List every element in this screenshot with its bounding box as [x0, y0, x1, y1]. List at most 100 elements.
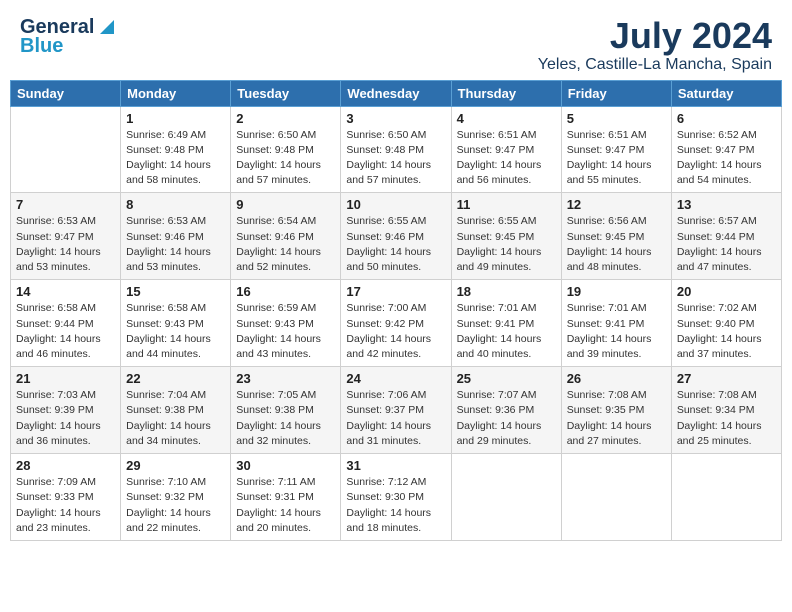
day-number: 9 — [236, 197, 335, 212]
day-number: 30 — [236, 458, 335, 473]
day-number: 4 — [457, 111, 556, 126]
calendar-week-row: 28 Sunrise: 7:09 AMSunset: 9:33 PMDayligh… — [11, 454, 782, 541]
calendar-cell: 31 Sunrise: 7:12 AMSunset: 9:30 PMDayligh… — [341, 454, 451, 541]
day-number: 7 — [16, 197, 115, 212]
calendar-cell: 26Sunrise: 7:08 AMSunset: 9:35 PMDayligh… — [561, 367, 671, 454]
day-info: Sunrise: 7:03 AMSunset: 9:39 PMDaylight:… — [16, 388, 115, 449]
day-info: Sunrise: 6:58 AMSunset: 9:43 PMDaylight:… — [126, 301, 225, 362]
calendar-cell — [451, 454, 561, 541]
calendar-cell: 15 Sunrise: 6:58 AMSunset: 9:43 PMDayligh… — [121, 280, 231, 367]
day-info: Sunrise: 6:55 AMSunset: 9:46 PMDaylight:… — [346, 214, 445, 275]
day-info: Sunrise: 7:11 AMSunset: 9:31 PMDaylight:… — [236, 475, 335, 536]
calendar-cell: 13 Sunrise: 6:57 AMSunset: 9:44 PMDayligh… — [671, 193, 781, 280]
day-number: 27 — [677, 371, 776, 386]
day-number: 11 — [457, 197, 556, 212]
calendar-cell: 24Sunrise: 7:06 AMSunset: 9:37 PMDayligh… — [341, 367, 451, 454]
day-info: Sunrise: 6:52 AMSunset: 9:47 PMDaylight:… — [677, 128, 776, 189]
logo-triangle-icon — [96, 16, 118, 38]
col-header-saturday: Saturday — [671, 80, 781, 106]
calendar-cell: 12 Sunrise: 6:56 AMSunset: 9:45 PMDayligh… — [561, 193, 671, 280]
title-block: July 2024 Yeles, Castille-La Mancha, Spa… — [538, 16, 772, 74]
day-number: 10 — [346, 197, 445, 212]
day-number: 20 — [677, 284, 776, 299]
day-number: 12 — [567, 197, 666, 212]
day-number: 13 — [677, 197, 776, 212]
day-number: 24 — [346, 371, 445, 386]
day-number: 17 — [346, 284, 445, 299]
month-year-title: July 2024 — [538, 16, 772, 56]
day-number: 29 — [126, 458, 225, 473]
day-number: 18 — [457, 284, 556, 299]
day-info: Sunrise: 7:04 AMSunset: 9:38 PMDaylight:… — [126, 388, 225, 449]
logo-blue: Blue — [20, 35, 63, 58]
day-info: Sunrise: 7:12 AMSunset: 9:30 PMDaylight:… — [346, 475, 445, 536]
day-info: Sunrise: 6:53 AMSunset: 9:46 PMDaylight:… — [126, 214, 225, 275]
calendar-cell: 25Sunrise: 7:07 AMSunset: 9:36 PMDayligh… — [451, 367, 561, 454]
calendar-cell: 28 Sunrise: 7:09 AMSunset: 9:33 PMDayligh… — [11, 454, 121, 541]
calendar-cell: 23 Sunrise: 7:05 AMSunset: 9:38 PMDayligh… — [231, 367, 341, 454]
day-info: Sunrise: 7:01 AMSunset: 9:41 PMDaylight:… — [457, 301, 556, 362]
day-number: 22 — [126, 371, 225, 386]
col-header-friday: Friday — [561, 80, 671, 106]
calendar-cell: 6 Sunrise: 6:52 AMSunset: 9:47 PMDaylight… — [671, 106, 781, 193]
day-number: 19 — [567, 284, 666, 299]
calendar-cell: 14Sunrise: 6:58 AMSunset: 9:44 PMDayligh… — [11, 280, 121, 367]
calendar-cell: 19 Sunrise: 7:01 AMSunset: 9:41 PMDayligh… — [561, 280, 671, 367]
day-number: 15 — [126, 284, 225, 299]
col-header-tuesday: Tuesday — [231, 80, 341, 106]
day-info: Sunrise: 7:01 AMSunset: 9:41 PMDaylight:… — [567, 301, 666, 362]
day-number: 6 — [677, 111, 776, 126]
calendar-cell: 5Sunrise: 6:51 AMSunset: 9:47 PMDaylight… — [561, 106, 671, 193]
day-number: 16 — [236, 284, 335, 299]
day-number: 26 — [567, 371, 666, 386]
day-info: Sunrise: 7:09 AMSunset: 9:33 PMDaylight:… — [16, 475, 115, 536]
col-header-sunday: Sunday — [11, 80, 121, 106]
calendar-cell: 16 Sunrise: 6:59 AMSunset: 9:43 PMDayligh… — [231, 280, 341, 367]
day-info: Sunrise: 6:54 AMSunset: 9:46 PMDaylight:… — [236, 214, 335, 275]
calendar-cell: 9 Sunrise: 6:54 AMSunset: 9:46 PMDaylight… — [231, 193, 341, 280]
calendar-cell: 2Sunrise: 6:50 AMSunset: 9:48 PMDaylight… — [231, 106, 341, 193]
calendar-cell: 1Sunrise: 6:49 AMSunset: 9:48 PMDaylight… — [121, 106, 231, 193]
calendar-cell: 8 Sunrise: 6:53 AMSunset: 9:46 PMDaylight… — [121, 193, 231, 280]
day-info: Sunrise: 7:10 AMSunset: 9:32 PMDaylight:… — [126, 475, 225, 536]
day-number: 31 — [346, 458, 445, 473]
day-info: Sunrise: 7:05 AMSunset: 9:38 PMDaylight:… — [236, 388, 335, 449]
calendar-cell: 29 Sunrise: 7:10 AMSunset: 9:32 PMDayligh… — [121, 454, 231, 541]
day-number: 21 — [16, 371, 115, 386]
location-subtitle: Yeles, Castille-La Mancha, Spain — [538, 56, 772, 74]
day-info: Sunrise: 6:51 AMSunset: 9:47 PMDaylight:… — [567, 128, 666, 189]
calendar-week-row: 21 Sunrise: 7:03 AMSunset: 9:39 PMDayligh… — [11, 367, 782, 454]
calendar-cell: 22 Sunrise: 7:04 AMSunset: 9:38 PMDayligh… — [121, 367, 231, 454]
day-number: 23 — [236, 371, 335, 386]
col-header-monday: Monday — [121, 80, 231, 106]
calendar-cell — [671, 454, 781, 541]
page-header: General Blue July 2024 Yeles, Castille-L… — [10, 10, 782, 76]
day-info: Sunrise: 6:49 AMSunset: 9:48 PMDaylight:… — [126, 128, 225, 189]
day-info: Sunrise: 6:51 AMSunset: 9:47 PMDaylight:… — [457, 128, 556, 189]
day-number: 28 — [16, 458, 115, 473]
day-info: Sunrise: 6:50 AMSunset: 9:48 PMDaylight:… — [346, 128, 445, 189]
calendar-cell: 30 Sunrise: 7:11 AMSunset: 9:31 PMDayligh… — [231, 454, 341, 541]
calendar-week-row: 7 Sunrise: 6:53 AMSunset: 9:47 PMDaylight… — [11, 193, 782, 280]
calendar-table: SundayMondayTuesdayWednesdayThursdayFrid… — [10, 80, 782, 541]
day-number: 3 — [346, 111, 445, 126]
day-info: Sunrise: 7:02 AMSunset: 9:40 PMDaylight:… — [677, 301, 776, 362]
calendar-cell: 27 Sunrise: 7:08 AMSunset: 9:34 PMDayligh… — [671, 367, 781, 454]
calendar-cell: 11Sunrise: 6:55 AMSunset: 9:45 PMDayligh… — [451, 193, 561, 280]
day-info: Sunrise: 6:53 AMSunset: 9:47 PMDaylight:… — [16, 214, 115, 275]
calendar-cell: 17Sunrise: 7:00 AMSunset: 9:42 PMDayligh… — [341, 280, 451, 367]
day-info: Sunrise: 6:50 AMSunset: 9:48 PMDaylight:… — [236, 128, 335, 189]
day-info: Sunrise: 6:59 AMSunset: 9:43 PMDaylight:… — [236, 301, 335, 362]
day-info: Sunrise: 6:56 AMSunset: 9:45 PMDaylight:… — [567, 214, 666, 275]
calendar-cell: 4 Sunrise: 6:51 AMSunset: 9:47 PMDaylight… — [451, 106, 561, 193]
day-number: 8 — [126, 197, 225, 212]
calendar-cell: 20 Sunrise: 7:02 AMSunset: 9:40 PMDayligh… — [671, 280, 781, 367]
day-info: Sunrise: 7:08 AMSunset: 9:34 PMDaylight:… — [677, 388, 776, 449]
day-info: Sunrise: 6:58 AMSunset: 9:44 PMDaylight:… — [16, 301, 115, 362]
calendar-cell — [561, 454, 671, 541]
calendar-cell: 3 Sunrise: 6:50 AMSunset: 9:48 PMDaylight… — [341, 106, 451, 193]
col-header-wednesday: Wednesday — [341, 80, 451, 106]
calendar-cell: 18 Sunrise: 7:01 AMSunset: 9:41 PMDayligh… — [451, 280, 561, 367]
day-info: Sunrise: 6:57 AMSunset: 9:44 PMDaylight:… — [677, 214, 776, 275]
col-header-thursday: Thursday — [451, 80, 561, 106]
